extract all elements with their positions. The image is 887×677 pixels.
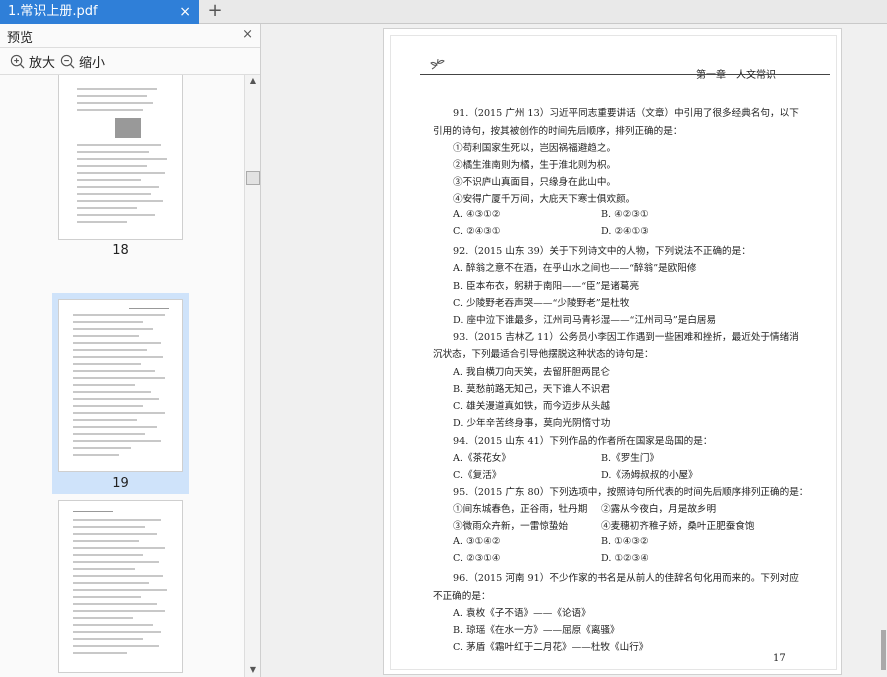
sidebar-scrollbar[interactable]: ▲ ▼ — [244, 75, 260, 677]
zoom-out-label: 缩小 — [79, 55, 106, 71]
page-text-line: B.《罗生门》 — [601, 453, 660, 464]
sidebar-close-icon[interactable]: × — [242, 27, 253, 42]
tab-close-icon[interactable]: × — [179, 0, 191, 24]
page-text-line: A. 醉翁之意不在酒，在乎山水之间也——“醉翁”是欧阳修 — [453, 263, 697, 274]
scroll-down-icon[interactable]: ▼ — [248, 665, 258, 674]
page-text-line: C. 少陵野老吞声哭——“少陵野老”是杜牧 — [453, 298, 630, 309]
page-text-line: A. 我自横刀向天笑，去留肝胆两昆仑 — [453, 367, 610, 378]
page-text-line: A. ④③①② — [453, 209, 501, 220]
page-text-line: 95.（2015 广东 80）下列选项中，按照诗句所代表的时间先后顺序排列正确的… — [453, 487, 809, 498]
page-text-line: A. 袁枚《子不语》——《论语》 — [453, 608, 591, 619]
page-text-line: C. ②③①④ — [453, 553, 501, 564]
page-text-line: 不正确的是： — [433, 591, 491, 602]
header-rule — [420, 74, 830, 75]
page-text-line: 引用的诗句，按其被创作的时间先后顺序，排列正确的是： — [433, 126, 683, 137]
page-text-line: 92.（2015 山东 39）关于下列诗文中的人物，下列说法不正确的是： — [453, 246, 751, 257]
thumbnail-image — [58, 299, 183, 472]
page-text-line: A. ③①④② — [453, 536, 501, 547]
tab-bar: 1.常识上册.pdf × + — [0, 0, 887, 24]
page-text-line: D. ①②③④ — [601, 553, 649, 564]
main-scrollbar-thumb[interactable] — [881, 630, 886, 670]
thumbnail-image — [58, 500, 183, 673]
page-text-line: ③微雨众卉新，一雷惊蛰始 — [453, 521, 569, 532]
page-text-line: ①间东城春色，正谷雨，牡丹期 — [453, 504, 588, 515]
thumbnail-image — [58, 75, 183, 240]
thumbnail-page-19[interactable]: 19 — [52, 293, 189, 494]
page-text-line: ③不识庐山真面目，只缘身在此山中。 — [453, 177, 617, 188]
page-text-line: ④安得广厦千万间，大庇天下寒士俱欢颜。 — [453, 194, 636, 205]
zoom-in-button[interactable]: 放大 — [10, 52, 56, 71]
document-tab[interactable]: 1.常识上册.pdf × — [0, 0, 199, 24]
page-text-line: A.《茶花女》 — [453, 453, 511, 464]
leaf-icon — [430, 58, 445, 70]
page-text-line: B. 琼瑶《在水一方》——屈原《离骚》 — [453, 625, 620, 636]
thumbnail-page-number: 18 — [112, 243, 129, 258]
thumbnail-page-number: 19 — [112, 476, 129, 491]
sidebar-header: 预览 × — [0, 24, 260, 48]
page-text-line: B. 臣本布衣，躬耕于南阳——“臣”是诸葛亮 — [453, 281, 640, 292]
thumbnail-page-20[interactable]: 20 — [52, 500, 189, 677]
document-view: 第一章 人文常识 91.（2015 广州 13）习近平同志重要讲话（文章）中引用… — [262, 24, 887, 677]
page-text-line: 94.（2015 山东 41）下列作品的作者所在国家是岛国的是： — [453, 436, 713, 447]
page-text-line: B. ④②③① — [601, 209, 649, 220]
zoom-in-icon — [10, 54, 25, 69]
page-text-line: D. ②④①③ — [601, 226, 649, 237]
page-text-line: D. 座中泣下谁最多，江州司马青衫湿——“江州司马”是白居易 — [453, 315, 717, 326]
zoom-out-button[interactable]: 缩小 — [60, 52, 106, 71]
page-text-line: B. ①④③② — [601, 536, 649, 547]
scrollbar-thumb[interactable] — [246, 171, 260, 185]
page-text-line: C. ②④③① — [453, 226, 501, 237]
thumbnail-page-18[interactable]: 18 — [52, 75, 189, 265]
page-text-line: ②橘生淮南则为橘，生于淮北则为枳。 — [453, 160, 617, 171]
page-text-line: C.《复活》 — [453, 470, 502, 481]
page-text-line: C. 雄关漫道真如铁，而今迈步从头越 — [453, 401, 611, 412]
page-text-line: 96.（2015 河南 91）不少作家的书名是从前人的佳辞名句化用而来的。下列对… — [453, 573, 799, 584]
tab-title: 1.常识上册.pdf — [8, 4, 98, 19]
pdf-page: 第一章 人文常识 91.（2015 广州 13）习近平同志重要讲话（文章）中引用… — [383, 28, 842, 675]
preview-sidebar: 预览 × 放大 缩小 18 19 ▲ ▼ — [0, 24, 261, 677]
thumbnail-list: 18 19 — [0, 75, 244, 677]
page-text-line: B. 莫愁前路无知己，天下谁人不识君 — [453, 384, 611, 395]
page-text-line: ①苟利国家生死以，岂因祸福避趋之。 — [453, 143, 617, 154]
new-tab-icon[interactable]: + — [206, 0, 224, 24]
sidebar-toolbar: 放大 缩小 — [0, 48, 260, 75]
scroll-up-icon[interactable]: ▲ — [248, 76, 258, 85]
page-text-line: 91.（2015 广州 13）习近平同志重要讲话（文章）中引用了很多经典名句，以… — [453, 108, 799, 119]
page-text-line: ②露从今夜白，月是故乡明 — [601, 504, 717, 515]
zoom-out-icon — [60, 54, 75, 69]
main-scrollbar[interactable] — [881, 24, 887, 677]
page-text-line: D. 少年辛苦终身事，莫向光阴惰寸功 — [453, 418, 611, 429]
page-text-line: C. 茅盾《霜叶红于二月花》——杜牧《山行》 — [453, 642, 649, 653]
zoom-in-label: 放大 — [29, 55, 56, 71]
page-text-line: D.《汤姆叔叔的小屋》 — [601, 470, 698, 481]
page-number: 17 — [773, 653, 786, 664]
page-text-line: 沉状态，下列最适合引导他摆脱这种状态的诗句是： — [433, 349, 654, 360]
page-text-line: 93.（2015 吉林乙 11）公务员小李因工作遇到一些困难和挫折，最近处于情绪… — [453, 332, 799, 343]
sidebar-title: 预览 — [7, 31, 34, 46]
page-text-line: ④麦穗初齐稚子娇，桑叶正肥蚕食饱 — [601, 521, 755, 532]
